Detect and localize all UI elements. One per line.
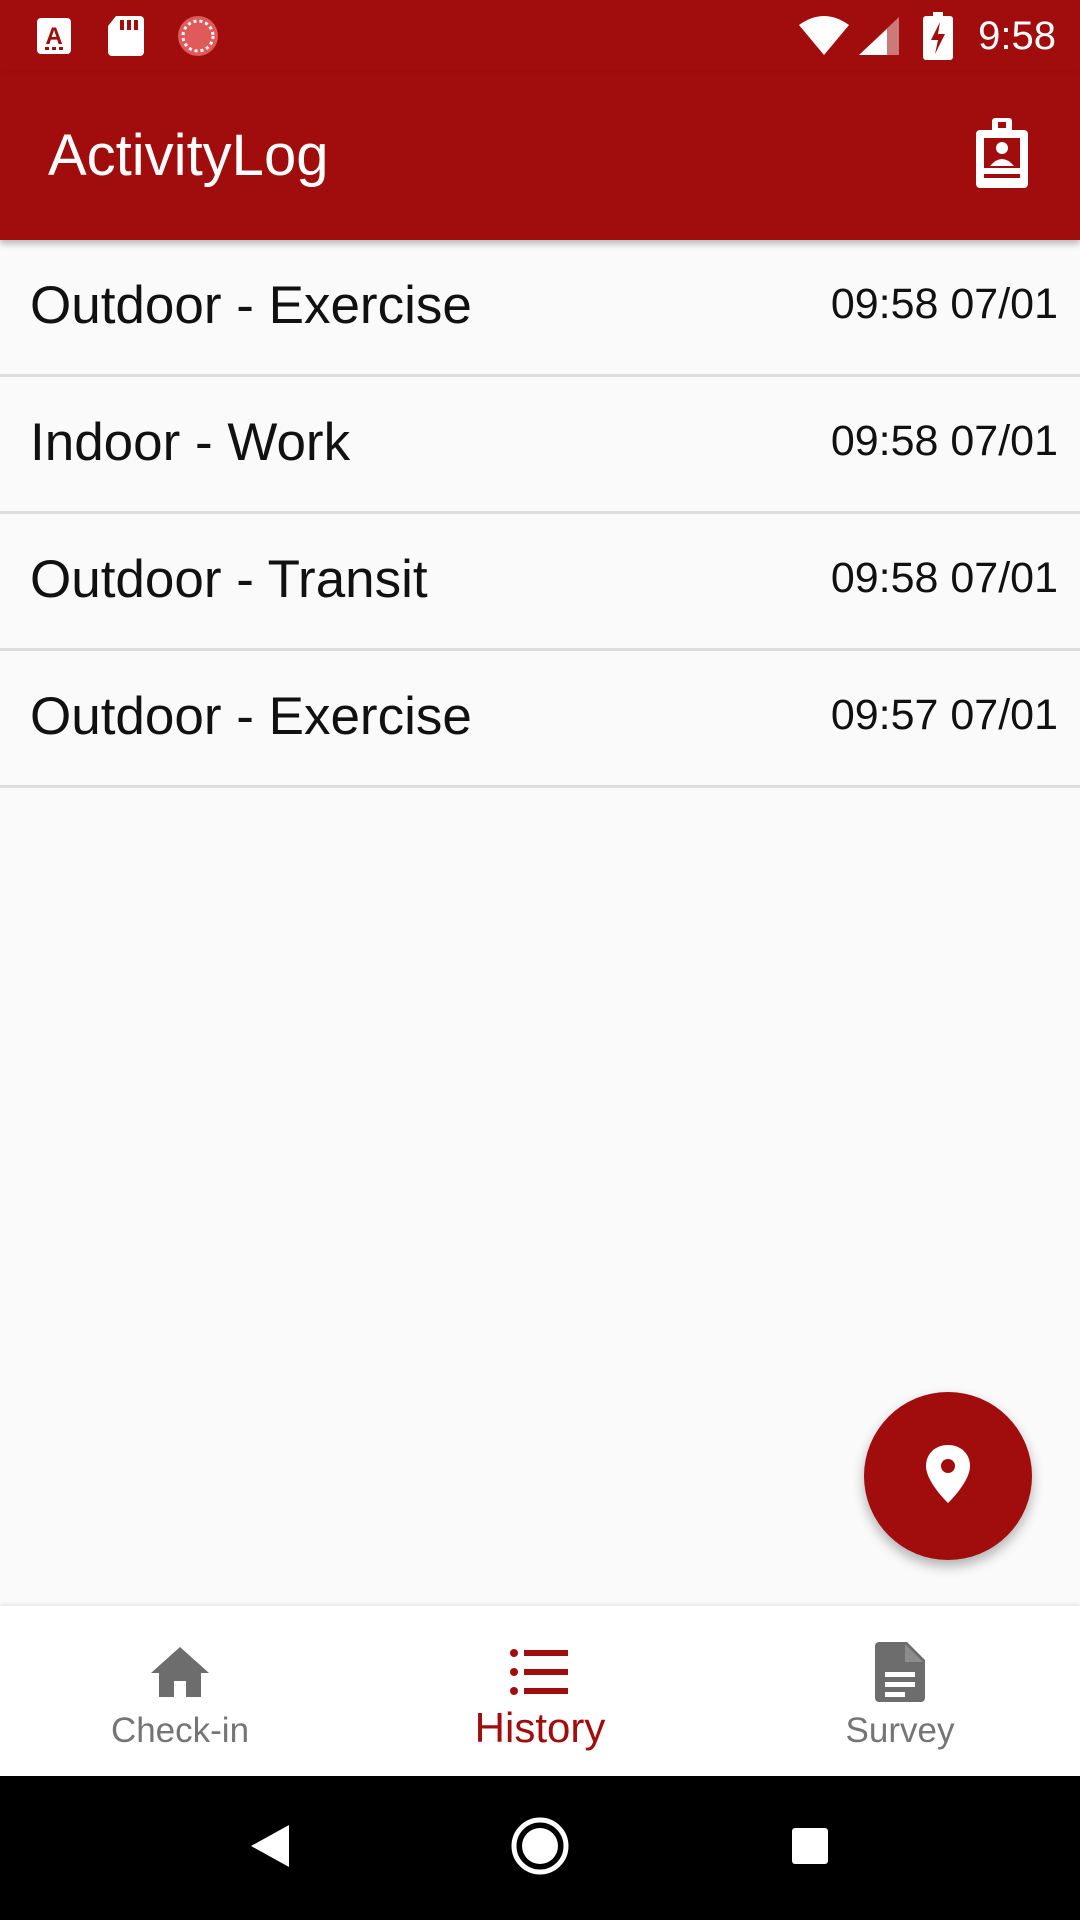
system-navigation-bar	[0, 1776, 1080, 1920]
activity-label: Outdoor - Exercise	[30, 687, 472, 746]
activity-time: 09:58 07/01	[830, 554, 1058, 602]
location-pin-icon	[923, 1443, 973, 1510]
home-circle-icon	[510, 1816, 570, 1881]
activity-time: 09:57 07/01	[830, 691, 1058, 739]
nav-item-history[interactable]: History	[360, 1606, 720, 1776]
history-row[interactable]: Indoor - Work 09:58 07/01	[0, 377, 1080, 514]
activity-label: Outdoor - Transit	[30, 550, 428, 609]
nav-label: History	[474, 1704, 606, 1751]
history-row[interactable]: Outdoor - Exercise 09:57 07/01	[0, 651, 1080, 788]
nav-label: Survey	[845, 1711, 955, 1750]
contact-badge-button[interactable]	[962, 115, 1042, 195]
status-time: 9:58	[978, 14, 1056, 58]
contact-badge-icon	[974, 116, 1030, 195]
history-row[interactable]: Outdoor - Exercise 09:58 07/01	[0, 240, 1080, 377]
activity-time: 09:58 07/01	[830, 417, 1058, 465]
list-icon	[500, 1640, 580, 1704]
history-list: Outdoor - Exercise 09:58 07/01 Indoor - …	[0, 240, 1080, 788]
activity-time: 09:58 07/01	[830, 280, 1058, 328]
back-button[interactable]	[230, 1812, 310, 1884]
home-button[interactable]	[500, 1812, 580, 1884]
document-icon	[860, 1640, 940, 1704]
font-app-icon: A	[32, 14, 76, 58]
recents-button[interactable]	[770, 1812, 850, 1884]
nav-item-survey[interactable]: Survey	[720, 1606, 1080, 1776]
wifi-icon	[796, 14, 852, 58]
sd-card-icon	[104, 14, 148, 58]
nav-item-check-in[interactable]: Check-in	[0, 1606, 360, 1776]
activity-label: Indoor - Work	[30, 413, 351, 472]
app-title: ActivityLog	[48, 123, 329, 188]
status-bar: A 9:58	[0, 0, 1080, 73]
app-bar: ActivityLog	[0, 73, 1080, 240]
home-icon	[140, 1640, 220, 1704]
activity-label: Outdoor - Exercise	[30, 276, 472, 335]
cell-signal-icon	[856, 14, 902, 58]
recents-icon	[790, 1826, 830, 1871]
history-row[interactable]: Outdoor - Transit 09:58 07/01	[0, 514, 1080, 651]
svg-text:A: A	[45, 23, 62, 50]
bottom-navigation: Check-in History Survey	[0, 1606, 1080, 1776]
battery-charging-icon	[918, 12, 958, 60]
check-in-location-fab[interactable]	[864, 1392, 1032, 1560]
nav-label: Check-in	[110, 1711, 250, 1750]
back-icon	[249, 1823, 291, 1874]
sync-icon	[174, 14, 222, 58]
